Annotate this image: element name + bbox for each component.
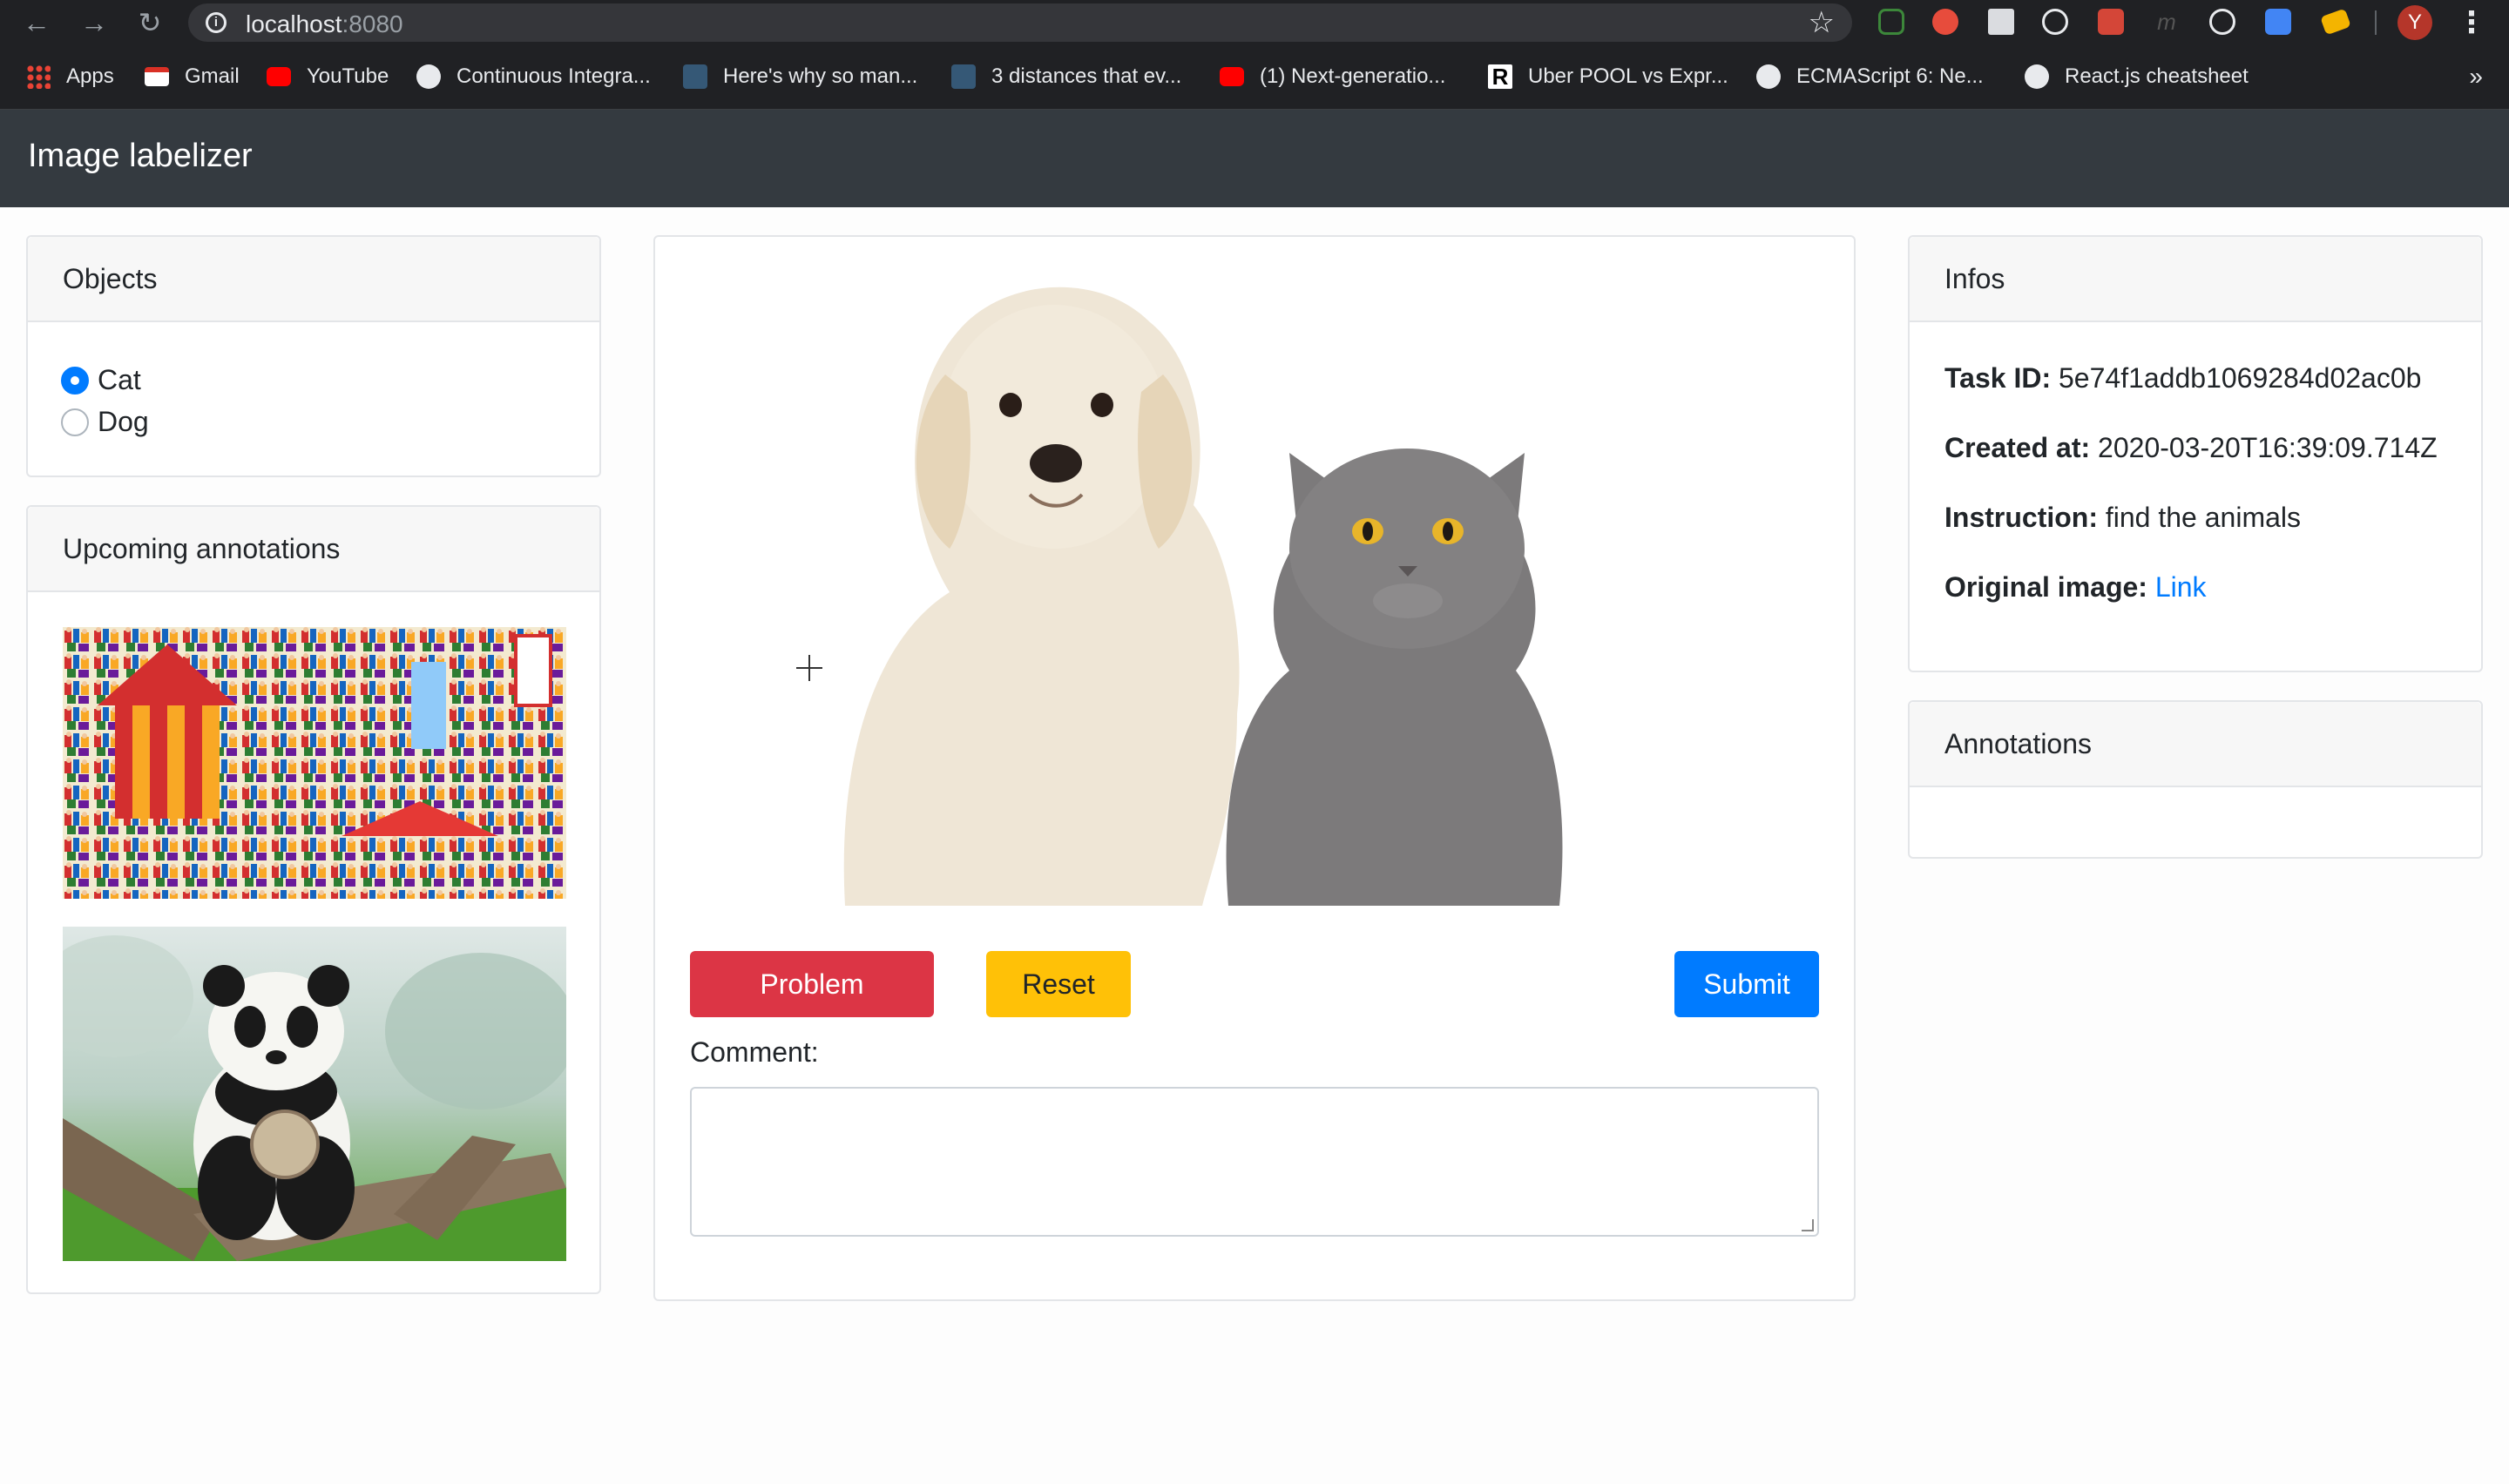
- bookmark-tds-2[interactable]: 3 distances that ev...: [951, 61, 1181, 92]
- translate-extension-icon[interactable]: [2265, 9, 2291, 35]
- calendar-extension-icon[interactable]: [2098, 9, 2124, 35]
- r-icon: R: [1488, 64, 1512, 89]
- bookmark-label: Gmail: [185, 64, 240, 88]
- ublock-extension-icon[interactable]: [1932, 9, 1958, 35]
- gmail-icon: [145, 67, 169, 86]
- nodejs-extension-icon[interactable]: [1878, 9, 1904, 35]
- react-devtools-icon[interactable]: [2209, 9, 2235, 35]
- bookmark-youtube-2[interactable]: (1) Next-generatio...: [1220, 61, 1445, 92]
- tds-icon: [683, 64, 707, 89]
- bookmark-label: YouTube: [307, 64, 389, 88]
- bookmark-label: ECMAScript 6: Ne...: [1796, 64, 1984, 88]
- upcoming-thumbnail-panda[interactable]: [63, 927, 566, 1261]
- task-id-row: Task ID: 5e74f1addb1069284d02ac0b: [1944, 362, 2421, 395]
- original-image-label: Original image:: [1944, 571, 2147, 603]
- task-id-value: 5e74f1addb1069284d02ac0b: [2059, 362, 2422, 394]
- bookmark-label: 3 distances that ev...: [991, 64, 1182, 88]
- option-label-dog: Dog: [98, 406, 149, 437]
- browser-toolbar: ← → ↻ i localhost:8080 ☆ m Y ⋮: [0, 0, 2509, 44]
- objects-card: Objects Cat Dog: [26, 235, 601, 477]
- objects-header: Objects: [28, 237, 599, 322]
- instruction-row: Instruction: find the animals: [1944, 502, 2301, 534]
- bookmark-apps[interactable]: Apps: [26, 61, 114, 92]
- upcoming-card: Upcoming annotations: [26, 505, 601, 1294]
- bookmark-star-icon[interactable]: ☆: [1809, 5, 1835, 40]
- browser-menu-icon[interactable]: ⋮: [2457, 3, 2486, 42]
- m-extension-icon[interactable]: m: [2154, 9, 2180, 35]
- instruction-label: Instruction:: [1944, 502, 2098, 533]
- option-label-cat: Cat: [98, 364, 141, 395]
- app-title[interactable]: Image labelizer: [28, 138, 253, 175]
- original-image-row: Original image: Link: [1944, 571, 2207, 604]
- reload-icon[interactable]: ↻: [132, 5, 167, 40]
- bookmark-react[interactable]: React.js cheatsheet: [2025, 61, 2249, 92]
- profile-avatar[interactable]: Y: [2397, 5, 2432, 40]
- infos-header: Infos: [1910, 237, 2481, 322]
- object-option-dog[interactable]: Dog: [61, 406, 149, 438]
- globe-icon: [1756, 64, 1781, 89]
- globe-icon: [2025, 64, 2049, 89]
- bookmark-label: React.js cheatsheet: [2065, 64, 2249, 88]
- toolbar-divider: [2375, 10, 2377, 35]
- address-bar[interactable]: i localhost:8080 ☆: [188, 3, 1852, 42]
- bookmark-label: Here's why so man...: [723, 64, 918, 88]
- annotations-card: Annotations: [1908, 700, 2483, 859]
- upcoming-header: Upcoming annotations: [28, 507, 599, 592]
- created-at-label: Created at:: [1944, 432, 2091, 463]
- forward-arrow-icon[interactable]: →: [77, 5, 112, 40]
- back-arrow-icon[interactable]: ←: [19, 5, 54, 40]
- apps-grid-icon: [26, 64, 51, 89]
- problem-button[interactable]: Problem: [690, 951, 934, 1017]
- site-info-icon[interactable]: i: [206, 12, 227, 33]
- more-bookmarks-chevron-icon[interactable]: »: [2469, 63, 2483, 91]
- ticket-extension-icon[interactable]: [2320, 8, 2351, 36]
- annotation-canvas[interactable]: [828, 261, 1612, 906]
- youtube-icon: [267, 67, 291, 86]
- reset-button[interactable]: Reset: [986, 951, 1131, 1017]
- infos-card: Infos Task ID: 5e74f1addb1069284d02ac0b …: [1908, 235, 2483, 672]
- comment-textarea[interactable]: [690, 1087, 1819, 1237]
- resize-grip-icon[interactable]: [1802, 1219, 1814, 1231]
- bookmark-label: Uber POOL vs Expr...: [1528, 64, 1728, 88]
- bookmark-uber[interactable]: R Uber POOL vs Expr...: [1488, 61, 1728, 92]
- url-text[interactable]: localhost:8080: [246, 10, 403, 38]
- instruction-value: find the animals: [2105, 502, 2301, 533]
- panda-image: [63, 927, 566, 1261]
- bookmark-ecmascript[interactable]: ECMAScript 6: Ne...: [1756, 61, 1984, 92]
- youtube-icon: [1220, 67, 1244, 86]
- created-at-value: 2020-03-20T16:39:09.714Z: [2098, 432, 2438, 463]
- task-id-label: Task ID:: [1944, 362, 2052, 394]
- puzzle-icon: [416, 64, 441, 89]
- bookmark-label: Continuous Integra...: [456, 64, 651, 88]
- submit-button[interactable]: Submit: [1674, 951, 1819, 1017]
- bookmark-label: Apps: [66, 64, 114, 88]
- radio-dog[interactable]: [61, 408, 89, 436]
- bookmark-ci[interactable]: Continuous Integra...: [416, 61, 651, 92]
- upcoming-thumbnail-waldo[interactable]: [63, 627, 566, 899]
- bookmark-label: (1) Next-generatio...: [1260, 64, 1446, 88]
- waldo-crowd-image: [63, 627, 566, 899]
- annotations-header: Annotations: [1910, 702, 2481, 787]
- object-option-cat[interactable]: Cat: [61, 364, 141, 396]
- bookmark-youtube[interactable]: YouTube: [267, 61, 389, 92]
- radio-cat[interactable]: [61, 366, 89, 395]
- bookmarks-bar: Apps Gmail YouTube Continuous Integra...…: [0, 44, 2509, 110]
- app-navbar: Image labelizer: [0, 110, 2509, 207]
- bookmark-tds-1[interactable]: Here's why so man...: [683, 61, 917, 92]
- dog-and-cat-image: [828, 261, 1612, 906]
- url-host: localhost: [246, 10, 342, 37]
- original-image-link[interactable]: Link: [2155, 571, 2207, 603]
- tds-icon: [951, 64, 976, 89]
- bookmark-gmail[interactable]: Gmail: [145, 61, 240, 92]
- crosshair-cursor-icon: [796, 655, 822, 681]
- comment-label: Comment:: [690, 1036, 819, 1068]
- clock-extension-icon[interactable]: [2042, 9, 2068, 35]
- url-port: :8080: [342, 10, 403, 37]
- created-at-row: Created at: 2020-03-20T16:39:09.714Z: [1944, 432, 2438, 464]
- document-extension-icon[interactable]: [1988, 9, 2014, 35]
